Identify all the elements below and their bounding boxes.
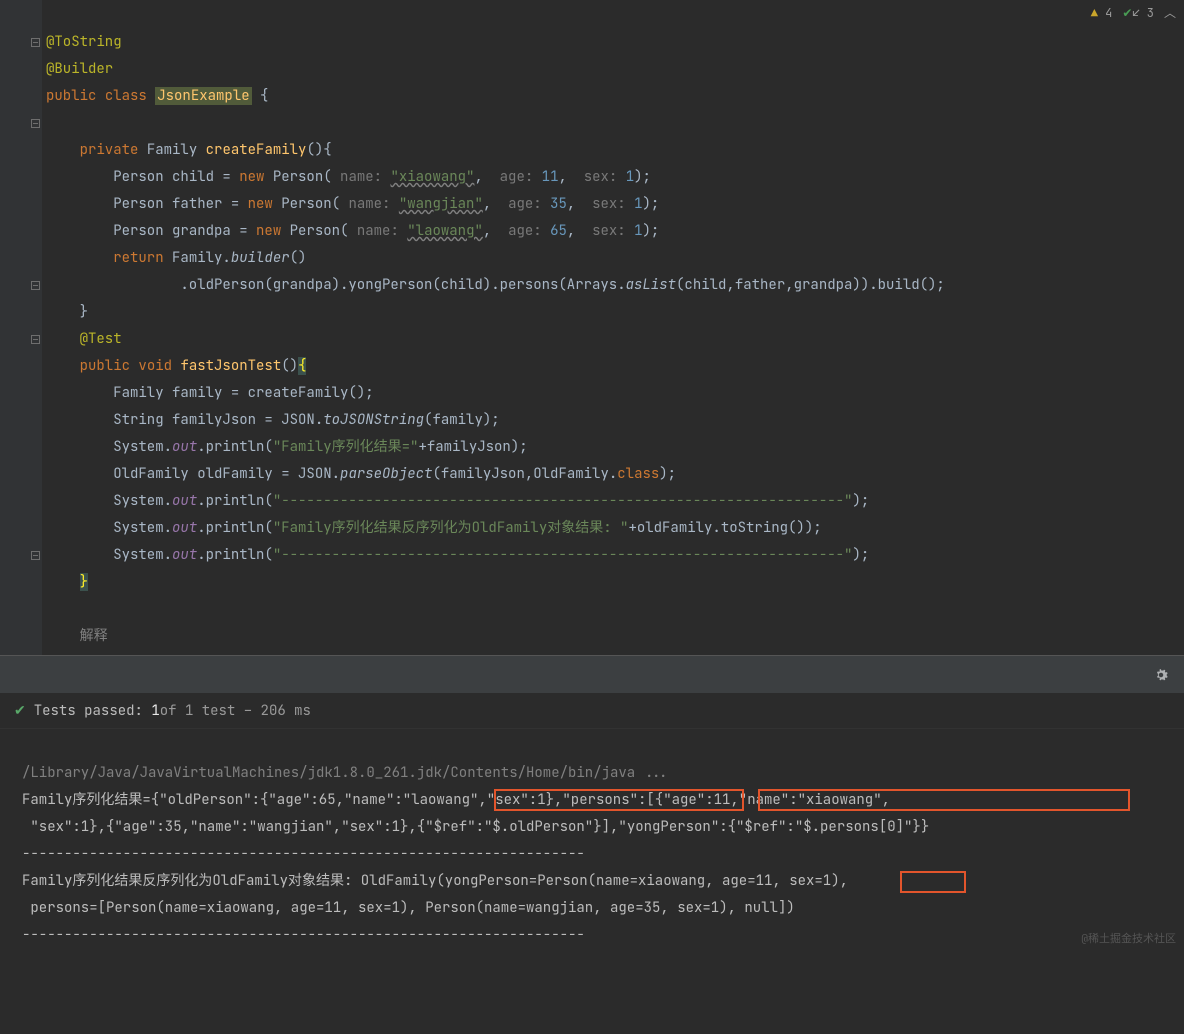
inspection-indicators: ▲ 4 ✔↙ 3 ︿ [1091, 4, 1176, 21]
fold-icon[interactable] [31, 119, 40, 128]
tests-summary: ✔ Tests passed: 1 of 1 test – 206 ms [0, 693, 1184, 729]
fold-icon[interactable] [31, 38, 40, 47]
tests-of-text: of 1 test – 206 ms [160, 702, 311, 720]
tests-passed-count: 1 [151, 702, 159, 720]
watermark: @稀土掘金技术社区 [1081, 930, 1176, 946]
editor-gutter[interactable]: ▶ ▶ [0, 0, 42, 655]
tests-label: Tests passed: [34, 702, 143, 720]
fold-icon[interactable] [31, 551, 40, 560]
fold-icon[interactable] [31, 281, 40, 290]
check-icon: ✔ [1122, 5, 1132, 21]
java-path: /Library/Java/JavaVirtualMachines/jdk1.8… [22, 764, 669, 782]
fold-icon[interactable] [31, 335, 40, 344]
run-toolbar [0, 655, 1184, 693]
warning-icon: ▲ [1091, 5, 1098, 21]
warning-count: 4 [1105, 5, 1112, 21]
highlight-box [900, 871, 966, 893]
console-output[interactable]: /Library/Java/JavaVirtualMachines/jdk1.8… [0, 729, 1184, 1034]
code-editor[interactable]: ▲ 4 ✔↙ 3 ︿ ▶ ▶ @ToString @Builder public… [0, 0, 1184, 655]
chevron-up-icon[interactable]: ︿ [1164, 4, 1176, 21]
check-icon: ✔ [14, 702, 26, 720]
code-area[interactable]: @ToString @Builder public class JsonExam… [42, 0, 1184, 655]
check-count: 3 [1147, 5, 1154, 21]
gear-icon[interactable] [1152, 666, 1170, 684]
